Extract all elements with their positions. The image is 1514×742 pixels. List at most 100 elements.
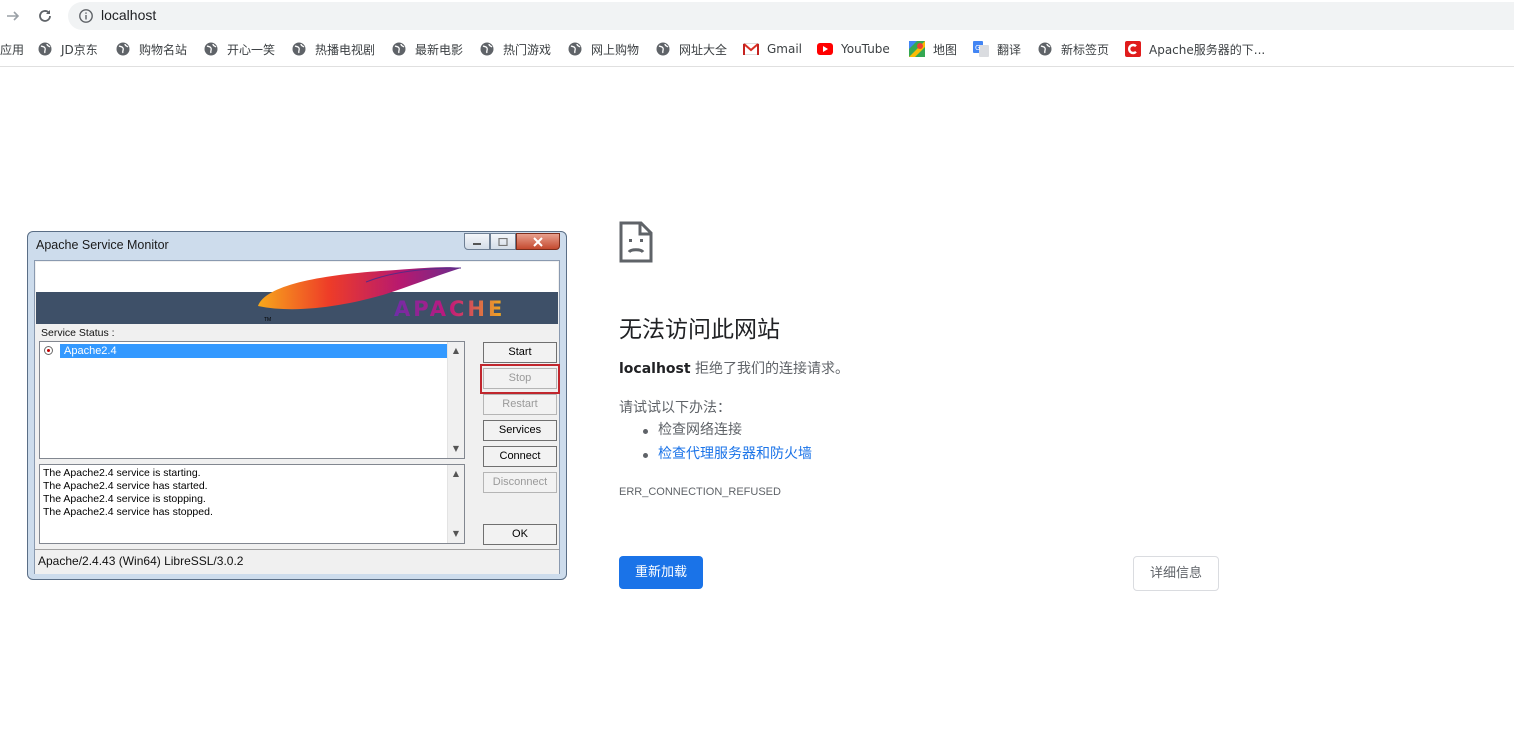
window-controls	[464, 233, 560, 250]
bookmark-maps[interactable]: 地图	[909, 40, 957, 58]
csdn-icon	[1125, 41, 1141, 57]
gmail-icon	[743, 41, 759, 57]
globe-icon	[37, 41, 53, 57]
globe-icon	[1037, 41, 1053, 57]
bookmark-label: Apache服务器的下...	[1149, 42, 1266, 57]
error-title: 无法访问此网站	[619, 317, 780, 343]
bookmark-apache-download[interactable]: Apache服务器的下...	[1125, 40, 1265, 58]
restart-button[interactable]: Restart	[483, 394, 557, 415]
services-button[interactable]: Services	[483, 420, 557, 441]
bookmark-label: 网址大全	[679, 42, 728, 57]
suggestion-list: 检查网络连接 检查代理服务器和防火墙	[641, 420, 812, 468]
reload-icon[interactable]	[33, 4, 57, 28]
service-status-label: Service Status :	[41, 327, 115, 339]
bookmark-label: JD京东	[61, 42, 98, 57]
try-label: 请试试以下办法：	[619, 400, 731, 416]
service-list[interactable]: Apache2.4 ▲ ▼	[39, 341, 465, 459]
site-info-icon[interactable]	[78, 8, 94, 24]
window-title: Apache Service Monitor	[36, 238, 169, 252]
error-host: localhost	[619, 361, 691, 377]
bookmarks-bar: 应用 JD京东 购物名站 开心一笑 热播电视剧 最新电影 热门游戏 网上购物 网…	[0, 32, 1514, 67]
url-text[interactable]: localhost	[101, 7, 156, 23]
apache-banner: APACHE TM	[36, 262, 558, 324]
service-list-scrollbar[interactable]: ▲ ▼	[447, 342, 464, 458]
bookmark-label: YouTube	[841, 42, 890, 56]
translate-icon: G	[973, 41, 989, 57]
maximize-button[interactable]	[490, 233, 516, 250]
apache-feather-logo: APACHE TM	[258, 267, 502, 323]
bookmark-youtube[interactable]: YouTube	[817, 40, 890, 58]
error-code: ERR_CONNECTION_REFUSED	[619, 486, 781, 498]
youtube-icon	[817, 41, 833, 57]
log-line: The Apache2.4 service is stopping.	[43, 493, 206, 505]
error-description: localhost 拒绝了我们的连接请求。	[619, 358, 849, 378]
bookmark-movies[interactable]: 最新电影	[391, 40, 463, 58]
bookmark-translate[interactable]: G 翻译	[973, 40, 1021, 58]
scroll-down-icon[interactable]: ▼	[448, 527, 464, 541]
log-line: The Apache2.4 service has started.	[43, 480, 208, 492]
address-bar[interactable]: localhost	[68, 2, 1514, 30]
bookmark-label: 地图	[933, 42, 958, 57]
service-item[interactable]: Apache2.4	[60, 344, 448, 358]
address-row: localhost	[0, 0, 1514, 32]
globe-icon	[479, 41, 495, 57]
globe-icon	[391, 41, 407, 57]
version-text: Apache/2.4.43 (Win64) LibreSSL/3.0.2	[38, 554, 244, 568]
bookmark-label: 购物名站	[139, 42, 188, 57]
monitor-client-area: APACHE TM Service Status : Apache2.4 ▲ ▼…	[34, 260, 560, 574]
disconnect-button[interactable]: Disconnect	[483, 472, 557, 493]
maximize-icon	[498, 237, 508, 246]
bookmark-gmail[interactable]: Gmail	[743, 40, 802, 58]
bookmark-shopping-sites[interactable]: 购物名站	[115, 40, 187, 58]
monitor-status-bar: Apache/2.4.43 (Win64) LibreSSL/3.0.2	[35, 549, 559, 574]
forward-icon[interactable]	[1, 4, 25, 28]
bookmark-label: 新标签页	[1061, 42, 1110, 57]
suggestion-check-network: 检查网络连接	[641, 420, 812, 444]
service-log[interactable]: The Apache2.4 service is starting. The A…	[39, 464, 465, 544]
bookmark-label: 开心一笑	[227, 42, 276, 57]
bookmark-new-tab[interactable]: 新标签页	[1037, 40, 1109, 58]
apache-service-monitor-window: Apache Service Monitor APACHE TM Service…	[27, 231, 567, 580]
bookmark-apps[interactable]: 应用	[0, 40, 24, 58]
svg-text:TM: TM	[264, 317, 271, 323]
scroll-down-icon[interactable]: ▼	[448, 442, 464, 456]
bookmark-label: 网上购物	[591, 42, 640, 57]
error-description-text: 拒绝了我们的连接请求。	[695, 361, 850, 377]
bookmark-jokes[interactable]: 开心一笑	[203, 40, 275, 58]
globe-icon	[291, 41, 307, 57]
minimize-button[interactable]	[464, 233, 490, 250]
bookmark-label: 热门游戏	[503, 42, 552, 57]
connect-button[interactable]: Connect	[483, 446, 557, 467]
stop-highlight-box	[480, 364, 560, 394]
close-icon	[533, 236, 543, 247]
bookmark-games[interactable]: 热门游戏	[479, 40, 551, 58]
bookmark-tv-series[interactable]: 热播电视剧	[291, 40, 375, 58]
maps-icon	[909, 41, 925, 57]
ok-button[interactable]: OK	[483, 524, 557, 545]
globe-icon	[203, 41, 219, 57]
bookmark-label: 热播电视剧	[315, 42, 376, 57]
scroll-up-icon[interactable]: ▲	[448, 344, 464, 358]
reload-button[interactable]: 重新加载	[619, 556, 703, 589]
log-scrollbar[interactable]: ▲ ▼	[447, 465, 464, 543]
bookmark-label: 最新电影	[415, 42, 464, 57]
globe-icon	[567, 41, 583, 57]
bookmark-label: 翻译	[997, 42, 1022, 57]
bookmark-jd[interactable]: JD京东	[37, 40, 98, 58]
minimize-icon	[473, 242, 481, 245]
sad-page-icon	[619, 221, 653, 267]
bookmark-online-shopping[interactable]: 网上购物	[567, 40, 639, 58]
globe-icon	[655, 41, 671, 57]
bookmark-web-directory[interactable]: 网址大全	[655, 40, 727, 58]
log-line: The Apache2.4 service has stopped.	[43, 506, 213, 518]
svg-text:G: G	[975, 44, 980, 52]
log-line: The Apache2.4 service is starting.	[43, 467, 201, 479]
suggestion-check-proxy-link[interactable]: 检查代理服务器和防火墙	[641, 444, 812, 468]
close-button[interactable]	[516, 233, 560, 250]
details-button[interactable]: 详细信息	[1133, 556, 1219, 591]
start-button[interactable]: Start	[483, 342, 557, 363]
service-status-icon	[44, 346, 53, 355]
scroll-up-icon[interactable]: ▲	[448, 467, 464, 481]
bookmark-label: Gmail	[767, 42, 803, 56]
bookmark-label: 应用	[0, 42, 25, 57]
